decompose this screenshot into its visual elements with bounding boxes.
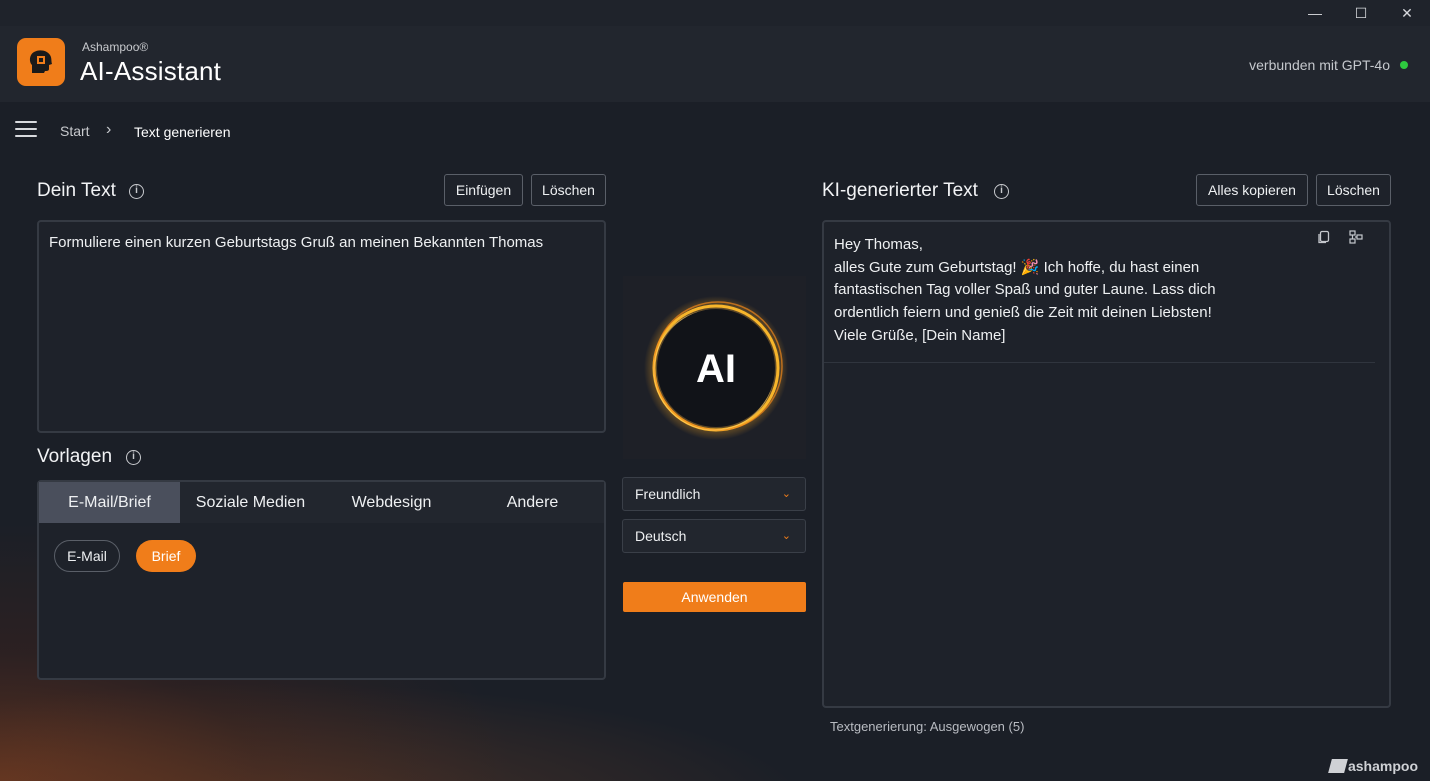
chevron-right-icon: › (106, 121, 112, 138)
chevron-down-icon: ⌄ (781, 488, 791, 500)
ai-emblem: AI (623, 276, 806, 459)
ashampoo-wordmark: ashampoo (1328, 758, 1418, 774)
breadcrumb-start[interactable]: Start (60, 123, 90, 139)
output-clear-button[interactable]: Löschen (1316, 174, 1391, 206)
output-line: fantastischen Tag voller Spaß und guter … (834, 281, 1216, 299)
tab-andere[interactable]: Andere (462, 482, 603, 523)
tab-email-brief[interactable]: E-Mail/Brief (39, 482, 180, 523)
ai-label: AI (696, 347, 736, 391)
output-line: Viele Grüße, [Dein Name] (834, 326, 1006, 344)
output-line: Hey Thomas, (834, 236, 923, 253)
tab-webdesign[interactable]: Webdesign (321, 482, 462, 523)
input-section-title: Dein Text (37, 180, 116, 201)
input-clear-button[interactable]: Löschen (531, 174, 606, 206)
info-icon[interactable]: i (994, 184, 1009, 199)
generation-mode-label: Textgenerierung: Ausgewogen (5) (830, 719, 1025, 734)
template-chip-brief[interactable]: Brief (136, 540, 196, 572)
output-line: alles Gute zum Geburtstag! 🎉 Ich hoffe, … (834, 258, 1200, 276)
output-line: ordentlich feiern und genieß die Zeit mi… (834, 304, 1212, 322)
language-select[interactable]: Deutsch ⌄ (622, 519, 806, 553)
ashampoo-wordmark-text: ashampoo (1347, 758, 1418, 774)
minimize-button[interactable]: — (1292, 0, 1338, 26)
apply-button[interactable]: Anwenden (623, 582, 806, 612)
hamburger-menu-icon[interactable] (15, 121, 37, 139)
copy-all-button[interactable]: Alles kopieren (1196, 174, 1308, 206)
input-text-value: Formuliere einen kurzen Geburtstags Gruß… (49, 234, 544, 251)
tab-soziale-medien[interactable]: Soziale Medien (180, 482, 321, 523)
chevron-down-icon: ⌄ (781, 530, 791, 542)
output-text: Hey Thomas, alles Gute zum Geburtstag! 🎉… (834, 234, 1254, 348)
output-divider (824, 362, 1375, 363)
connection-status-dot (1400, 61, 1408, 69)
output-section-title: KI-generierter Text (822, 180, 978, 201)
templates-title: Vorlagen (37, 446, 113, 467)
output-panel: Hey Thomas, alles Gute zum Geburtstag! 🎉… (822, 220, 1391, 708)
ashampoo-logo-icon (1328, 759, 1348, 773)
input-textarea[interactable]: Formuliere einen kurzen Geburtstags Gruß… (37, 220, 606, 433)
language-select-value: Deutsch (635, 528, 687, 544)
info-icon[interactable]: i (126, 450, 141, 465)
app-logo-icon (17, 38, 65, 86)
app-title: AI-Assistant (80, 56, 222, 86)
connection-status: verbunden mit GPT-4o (1249, 57, 1390, 73)
share-icon[interactable] (1349, 230, 1365, 246)
tone-select-value: Freundlich (635, 486, 701, 502)
window-titlebar: — ☐ ✕ (0, 0, 1430, 26)
brand-name: Ashampoo® (82, 40, 149, 54)
template-chip-email[interactable]: E-Mail (54, 540, 120, 572)
close-button[interactable]: ✕ (1384, 0, 1430, 26)
app-header: Ashampoo® AI-Assistant verbunden mit GPT… (0, 26, 1430, 102)
templates-tabs: E-Mail/Brief Soziale Medien Webdesign An… (39, 482, 604, 523)
maximize-button[interactable]: ☐ (1338, 0, 1384, 26)
breadcrumb-current: Text generieren (134, 124, 231, 140)
info-icon[interactable]: i (129, 184, 144, 199)
copy-icon[interactable] (1317, 230, 1333, 246)
insert-button[interactable]: Einfügen (444, 174, 523, 206)
tone-select[interactable]: Freundlich ⌄ (622, 477, 806, 511)
